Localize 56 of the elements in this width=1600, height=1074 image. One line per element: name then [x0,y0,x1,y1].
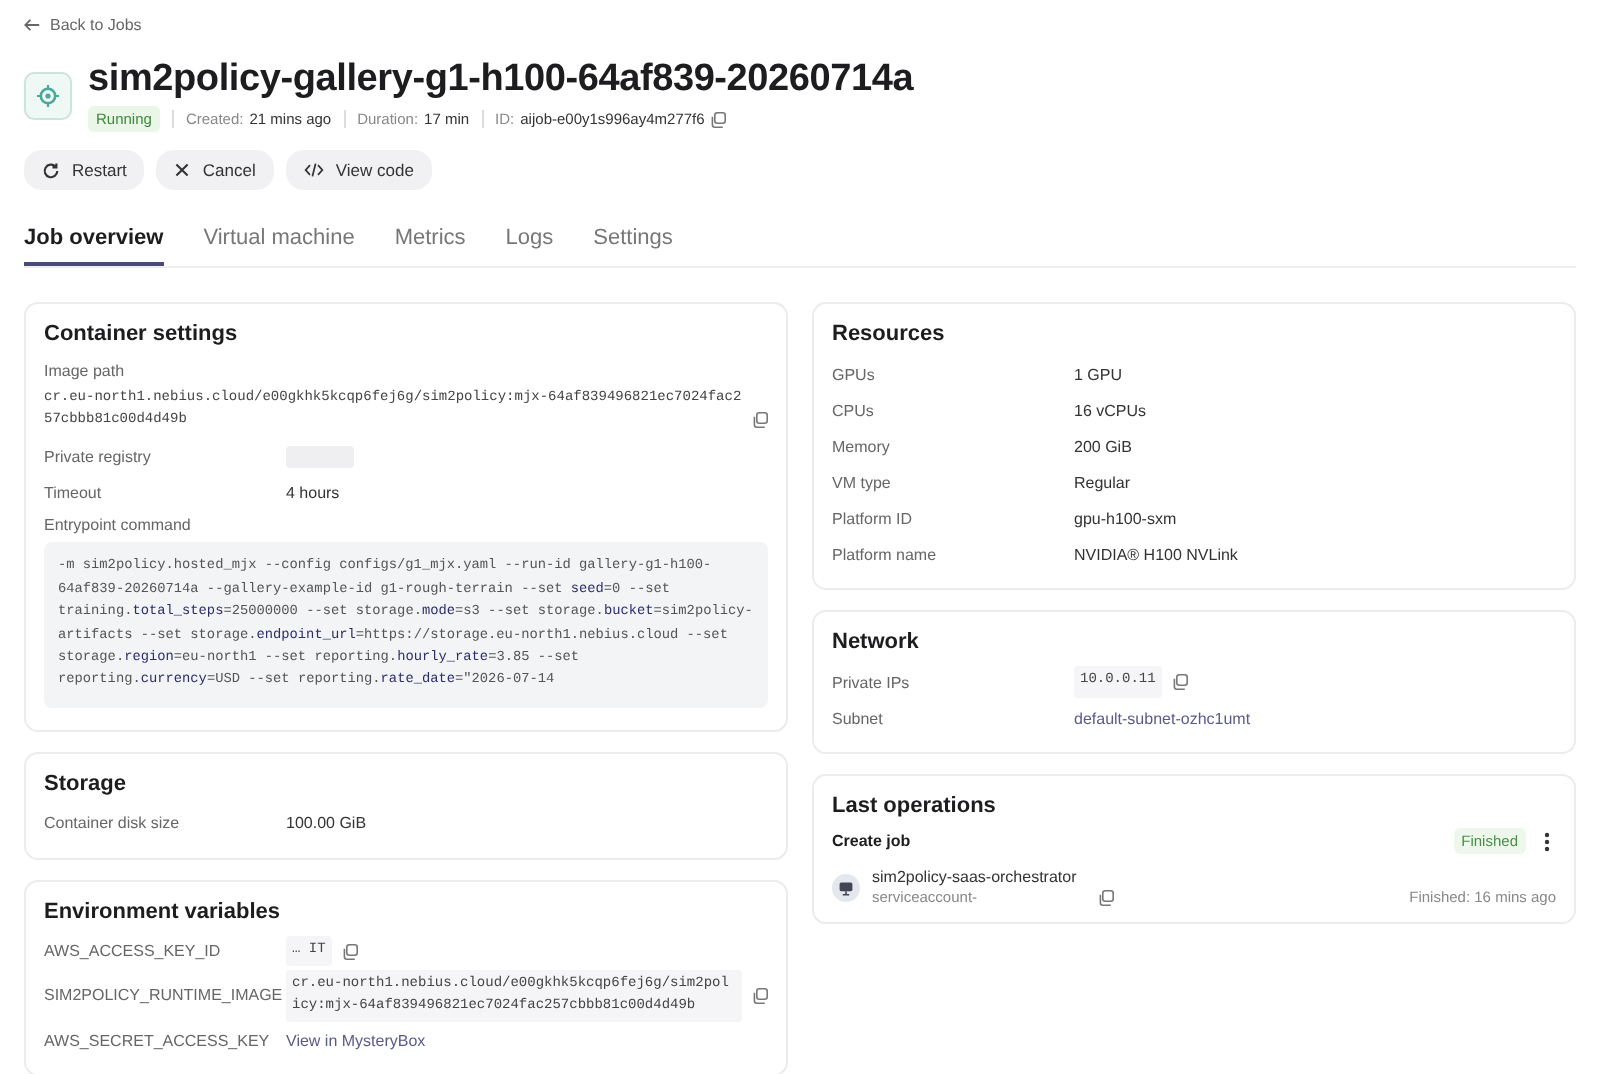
actor-name: sim2policy-saas-orchestrator [872,868,1079,886]
copy-icon[interactable] [1171,674,1188,690]
field-value: NVIDIA® H100 NVLink [1074,545,1240,563]
field-label: AWS_SECRET_ACCESS_KEY [44,1031,272,1050]
field-label: CPUs [832,401,876,419]
field-label: Timeout [44,483,104,502]
field-label: GPUs [832,365,877,383]
tab[interactable]: Job overview [24,226,164,266]
field-label: Memory [832,437,892,455]
field-value: 4 hours [286,483,342,502]
copy-icon[interactable] [341,943,358,960]
card-title: Container settings [44,322,240,346]
field-label: Private IPs [832,673,912,691]
code-icon [303,162,324,178]
operation-name: Create job [832,832,911,850]
value-link[interactable]: default-subnet-ozhc1umt [1074,709,1251,727]
field-label: VM type [832,473,893,491]
card-title: Resources [832,322,947,346]
tab[interactable]: Metrics [394,226,466,266]
card-title: Network [832,630,921,654]
copy-icon[interactable] [752,412,768,429]
restart-button[interactable]: Restart [24,150,145,190]
field-label: SIM2POLICY_RUNTIME_IMAGE [44,986,285,1005]
code-button[interactable]: View code [285,150,432,190]
field-value: 100.00 GiB [286,814,369,833]
job-title: sim2policy-gallery-g1-h100-64af839-20260714a [88,58,914,102]
card-title: Storage [44,771,128,796]
cancel-button[interactable]: Cancel [156,150,274,190]
field-value: 16 vCPUs [1074,401,1149,419]
copy-icon[interactable] [752,987,768,1004]
field-value: Regular [1074,473,1133,491]
field-label: Entrypoint command [44,516,193,535]
field-label: Private registry [44,447,153,466]
close-icon [174,162,191,178]
card-title: Environment variables [44,899,282,924]
field-label: Image path [44,362,127,380]
field-value: gpu-h100-sxm [1074,509,1179,527]
field-value: 1 GPU [1074,365,1125,383]
card-title: Last operations [832,794,998,818]
value-link[interactable]: View in MysteryBox [286,1031,426,1050]
back-link[interactable]: Back to Jobs [24,16,142,34]
arrow-left-icon [24,18,40,32]
monitor-icon [832,873,860,901]
field-value: 200 GiB [1074,437,1134,455]
field-label: Platform name [832,545,939,563]
target-icon [24,71,72,119]
field-label: Platform ID [832,509,915,527]
refresh-icon [42,161,60,179]
tab[interactable]: Settings [593,226,673,266]
copy-icon[interactable] [710,111,727,127]
copy-icon[interactable] [1097,889,1114,905]
field-label: Subnet [832,709,885,727]
tab[interactable]: Logs [505,226,554,266]
field-label: Container disk size [44,814,182,833]
tab[interactable]: Virtual machine [203,226,355,266]
field-label: AWS_ACCESS_KEY_ID [44,942,223,961]
